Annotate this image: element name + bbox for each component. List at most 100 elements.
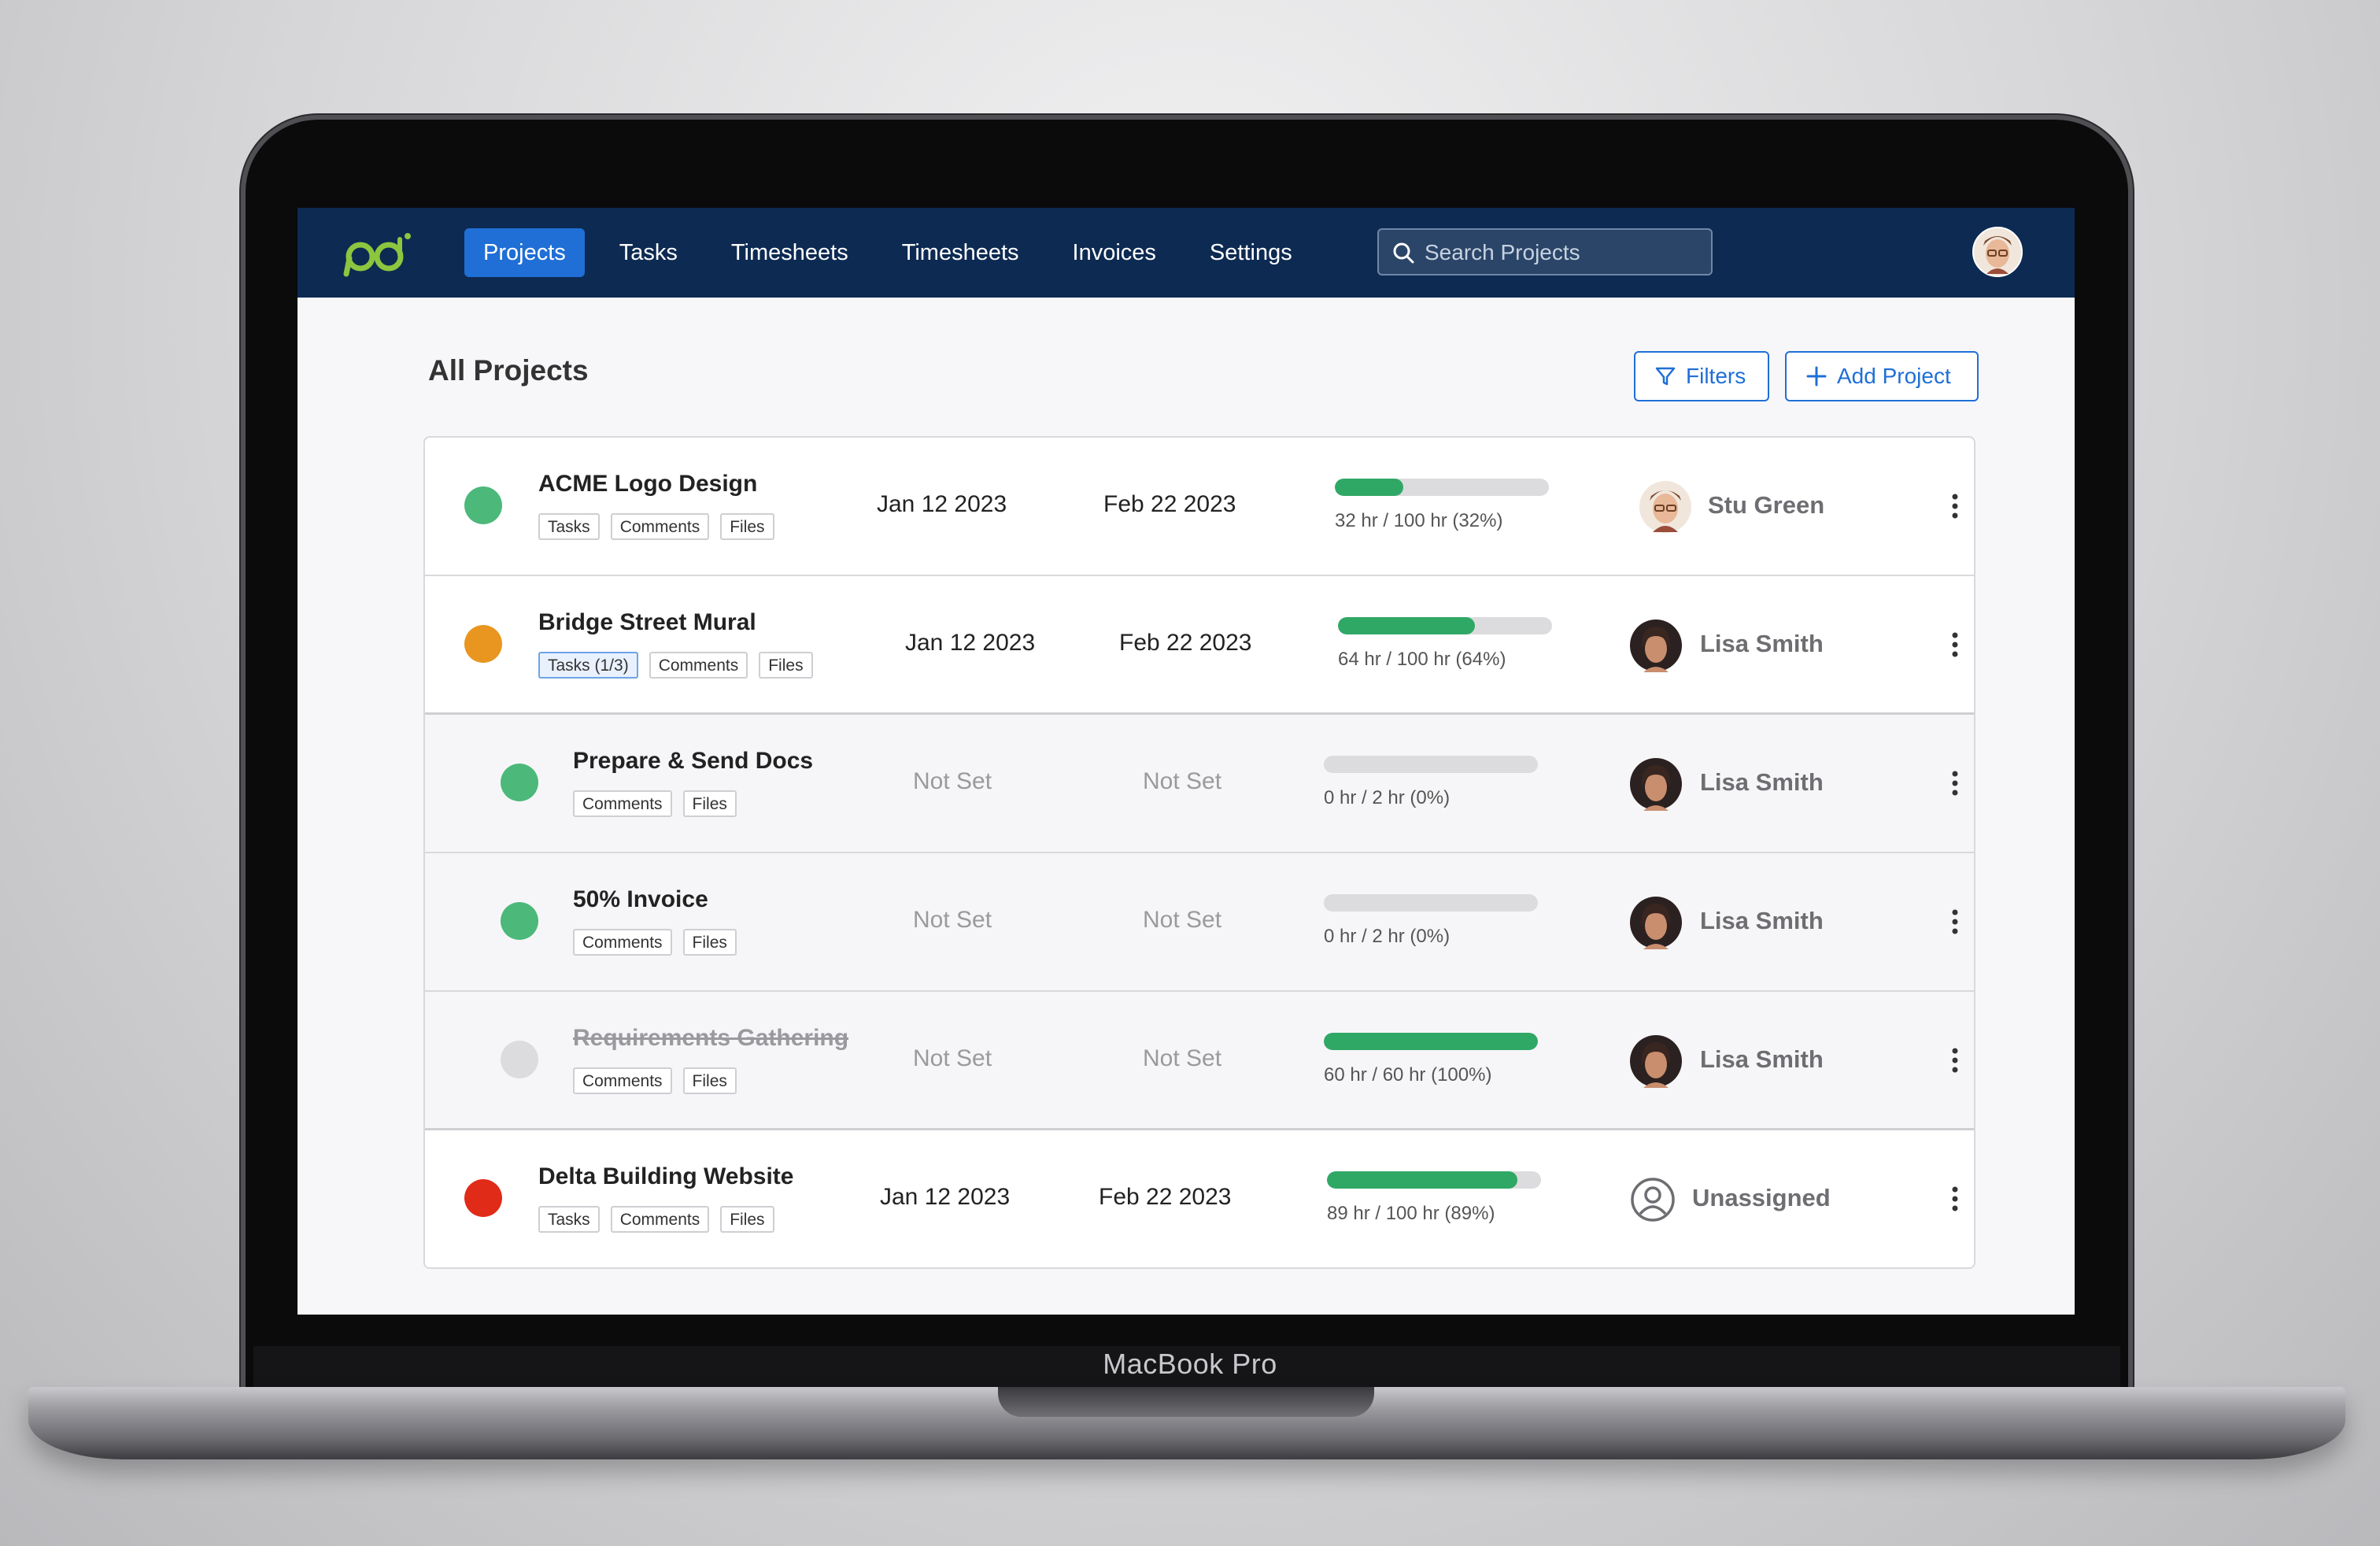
filters-button[interactable]: Filters xyxy=(1634,351,1769,401)
end-date: Feb 22 2023 xyxy=(1119,630,1252,656)
start-date: Jan 12 2023 xyxy=(877,491,1007,517)
comments-tag[interactable]: Comments xyxy=(610,513,710,540)
project-row[interactable]: Bridge Street Mural Tasks (1/3) Comments… xyxy=(425,576,1974,715)
woman-avatar xyxy=(1630,758,1682,811)
start-date: Not Set xyxy=(913,907,992,933)
start-date: Not Set xyxy=(913,1045,992,1071)
status-dot-orange xyxy=(464,625,502,663)
status-dot-green xyxy=(464,486,502,524)
task-row[interactable]: Requirements Gathering Comments Files No… xyxy=(425,992,1974,1130)
start-date: Jan 12 2023 xyxy=(905,630,1036,656)
comments-tag[interactable]: Comments xyxy=(573,790,672,817)
project-row[interactable]: Delta Building Website Tasks Comments Fi… xyxy=(425,1130,1974,1267)
files-tag[interactable]: Files xyxy=(759,652,813,679)
status-dot-red xyxy=(464,1179,502,1217)
filter-icon xyxy=(1655,367,1676,386)
projects-table: ACME Logo Design Tasks Comments Files Ja… xyxy=(423,436,1975,1269)
end-date: Not Set xyxy=(1143,768,1222,794)
project-name[interactable]: ACME Logo Design xyxy=(538,471,757,497)
project-name[interactable]: Delta Building Website xyxy=(538,1163,793,1190)
files-tag[interactable]: Files xyxy=(682,929,737,956)
assignee-name[interactable]: Lisa Smith xyxy=(1700,1045,1824,1074)
nav-timesheets[interactable]: Timesheets xyxy=(712,228,867,277)
woman-avatar xyxy=(1630,897,1682,949)
end-date: Not Set xyxy=(1143,1045,1222,1071)
woman-avatar xyxy=(1630,620,1682,672)
more-options-icon[interactable] xyxy=(1950,631,1960,658)
status-dot-green xyxy=(501,902,538,940)
progress-bar xyxy=(1335,479,1549,496)
comments-tag[interactable]: Comments xyxy=(573,929,672,956)
woman-avatar xyxy=(1630,1035,1682,1088)
end-date: Not Set xyxy=(1143,907,1222,933)
progress-fill xyxy=(1335,479,1404,496)
status-dot-green xyxy=(501,764,538,801)
task-row[interactable]: 50% Invoice Comments Files Not Set Not S… xyxy=(425,853,1974,992)
tasks-tag[interactable]: Tasks xyxy=(538,513,600,540)
comments-tag[interactable]: Comments xyxy=(610,1206,710,1233)
files-tag[interactable]: Files xyxy=(720,513,774,540)
more-options-icon[interactable] xyxy=(1950,493,1960,520)
search-icon xyxy=(1393,242,1414,264)
project-row[interactable]: ACME Logo Design Tasks Comments Files Ja… xyxy=(425,438,1974,576)
progress-bar xyxy=(1324,1033,1538,1050)
assignee-name[interactable]: Lisa Smith xyxy=(1700,630,1824,658)
add-project-button[interactable]: Add Project xyxy=(1785,351,1979,401)
assignee-name[interactable]: Lisa Smith xyxy=(1700,768,1824,797)
filters-label: Filters xyxy=(1686,364,1746,388)
progress-text: 0 hr / 2 hr (0%) xyxy=(1324,926,1451,947)
laptop-notch xyxy=(998,1387,1374,1417)
task-name[interactable]: Prepare & Send Docs xyxy=(573,748,813,775)
main-nav: Projects Tasks Timesheets Timesheets Inv… xyxy=(464,228,1327,277)
man-avatar xyxy=(1639,481,1691,533)
start-date: Jan 12 2023 xyxy=(880,1184,1011,1210)
more-options-icon[interactable] xyxy=(1950,1047,1960,1074)
device-label: MacBook Pro xyxy=(1103,1348,1277,1380)
progress-fill xyxy=(1338,617,1476,634)
user-avatar[interactable] xyxy=(1972,227,2023,277)
tasks-tag[interactable]: Tasks xyxy=(538,1206,600,1233)
task-row[interactable]: Prepare & Send Docs Comments Files Not S… xyxy=(425,715,1974,853)
top-nav-bar: Projects Tasks Timesheets Timesheets Inv… xyxy=(298,208,2075,298)
progress-bar xyxy=(1338,617,1552,634)
progress-fill xyxy=(1327,1171,1518,1189)
plus-icon xyxy=(1806,366,1827,386)
add-project-label: Add Project xyxy=(1837,364,1951,388)
app-screen: Projects Tasks Timesheets Timesheets Inv… xyxy=(298,208,2075,1315)
end-date: Feb 22 2023 xyxy=(1099,1184,1232,1210)
nav-tasks[interactable]: Tasks xyxy=(601,228,697,277)
page-title: All Projects xyxy=(428,354,589,386)
files-tag[interactable]: Files xyxy=(682,790,737,817)
task-name[interactable]: Requirements Gathering xyxy=(573,1025,848,1052)
nav-settings[interactable]: Settings xyxy=(1191,228,1311,277)
user-outline-icon xyxy=(1631,1178,1675,1222)
search-input[interactable] xyxy=(1423,230,1709,276)
tasks-tag[interactable]: Tasks (1/3) xyxy=(538,652,638,679)
start-date: Not Set xyxy=(913,768,992,794)
more-options-icon[interactable] xyxy=(1950,908,1960,935)
progress-text: 32 hr / 100 hr (32%) xyxy=(1335,510,1503,531)
files-tag[interactable]: Files xyxy=(682,1067,737,1094)
assignee-name[interactable]: Unassigned xyxy=(1692,1184,1831,1212)
task-name[interactable]: 50% Invoice xyxy=(573,886,708,913)
assignee-name[interactable]: Stu Green xyxy=(1708,491,1824,520)
nav-invoices[interactable]: Invoices xyxy=(1054,228,1175,277)
nav-projects[interactable]: Projects xyxy=(464,228,585,277)
comments-tag[interactable]: Comments xyxy=(649,652,748,679)
progress-fill xyxy=(1324,1033,1538,1050)
more-options-icon[interactable] xyxy=(1950,770,1960,797)
end-date: Feb 22 2023 xyxy=(1103,491,1236,517)
progress-bar xyxy=(1327,1171,1541,1189)
assignee-name[interactable]: Lisa Smith xyxy=(1700,907,1824,935)
files-tag[interactable]: Files xyxy=(720,1206,774,1233)
progress-text: 0 hr / 2 hr (0%) xyxy=(1324,787,1451,808)
nav-timesheets-2[interactable]: Timesheets xyxy=(883,228,1038,277)
status-dot-gray xyxy=(501,1041,538,1078)
progress-text: 60 hr / 60 hr (100%) xyxy=(1324,1064,1492,1086)
more-options-icon[interactable] xyxy=(1950,1185,1960,1212)
project-name[interactable]: Bridge Street Mural xyxy=(538,609,756,636)
progress-bar xyxy=(1324,756,1538,773)
progress-text: 89 hr / 100 hr (89%) xyxy=(1327,1203,1495,1224)
search-box xyxy=(1377,228,1713,276)
comments-tag[interactable]: Comments xyxy=(573,1067,672,1094)
